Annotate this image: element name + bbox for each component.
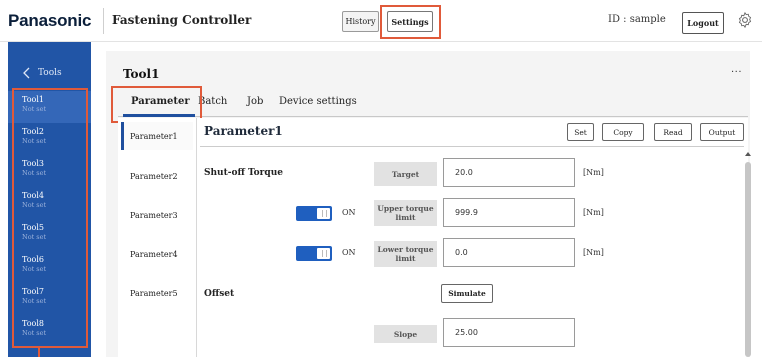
target-label: Target xyxy=(374,162,437,186)
divider xyxy=(200,146,744,147)
lower-limit-label: Lower torque limit xyxy=(374,241,437,267)
lower-limit-unit: [Nm] xyxy=(583,248,604,257)
lower-limit-toggle-label: ON xyxy=(342,248,356,257)
upper-limit-toggle-label: ON xyxy=(342,208,356,217)
logout-button[interactable]: Logout xyxy=(682,12,724,34)
gear-icon[interactable] xyxy=(736,11,754,29)
slope-input[interactable]: 25.00 xyxy=(443,318,575,347)
read-button[interactable]: Read xyxy=(654,123,692,141)
user-id: ID : sample xyxy=(608,14,666,25)
copy-button[interactable]: Copy xyxy=(602,123,644,141)
simulate-button[interactable]: Simulate xyxy=(441,284,493,303)
upper-limit-unit: [Nm] xyxy=(583,208,604,217)
lower-limit-toggle[interactable] xyxy=(296,246,332,261)
lower-limit-input[interactable]: 0.0 xyxy=(443,238,575,267)
upper-limit-toggle[interactable] xyxy=(296,206,332,221)
target-input[interactable]: 20.0 xyxy=(443,158,575,187)
output-button[interactable]: Output xyxy=(700,123,744,141)
target-unit: [Nm] xyxy=(583,168,604,177)
shutoff-torque-label: Shut-off Torque xyxy=(204,168,283,178)
list-item-parameter1[interactable]: Parameter1 xyxy=(121,122,193,150)
brand-logo: Panasonic xyxy=(8,11,92,30)
top-bar: Panasonic Fastening Controller History S… xyxy=(0,0,762,42)
list-item-parameter2[interactable]: Parameter2 xyxy=(121,162,193,190)
more-menu-icon[interactable]: ... xyxy=(731,64,742,75)
upper-limit-label: Upper torque limit xyxy=(374,200,437,226)
set-button[interactable]: Set xyxy=(567,123,594,141)
offset-label: Offset xyxy=(204,289,235,299)
app-title: Fastening Controller xyxy=(112,13,252,27)
slope-label: Slope xyxy=(374,325,437,343)
tab-job[interactable]: Job xyxy=(247,96,263,107)
scroll-thumb[interactable] xyxy=(745,162,751,357)
callout-line xyxy=(38,347,40,357)
scrollbar[interactable] xyxy=(744,150,752,357)
tab-bar: Parameter Batch Job Device settings xyxy=(118,93,748,117)
page-title: Tool1 xyxy=(123,67,160,81)
settings-button[interactable]: Settings xyxy=(387,11,433,32)
scroll-up-arrow-icon[interactable] xyxy=(745,152,751,156)
tab-batch[interactable]: Batch xyxy=(198,96,238,107)
history-button[interactable]: History xyxy=(342,11,379,32)
upper-limit-input[interactable]: 999.9 xyxy=(443,198,575,227)
tools-back-link[interactable]: Tools xyxy=(8,64,91,82)
chevron-left-icon xyxy=(23,67,30,79)
parameter-title: Parameter1 xyxy=(204,124,283,138)
list-item-parameter3[interactable]: Parameter3 xyxy=(121,201,193,229)
tools-back-label: Tools xyxy=(38,68,62,78)
list-item-parameter4[interactable]: Parameter4 xyxy=(121,240,193,268)
list-item-parameter5[interactable]: Parameter5 xyxy=(121,279,193,307)
tab-device-settings[interactable]: Device settings xyxy=(279,96,357,107)
header-divider xyxy=(103,8,104,34)
tools-highlight xyxy=(12,88,88,348)
